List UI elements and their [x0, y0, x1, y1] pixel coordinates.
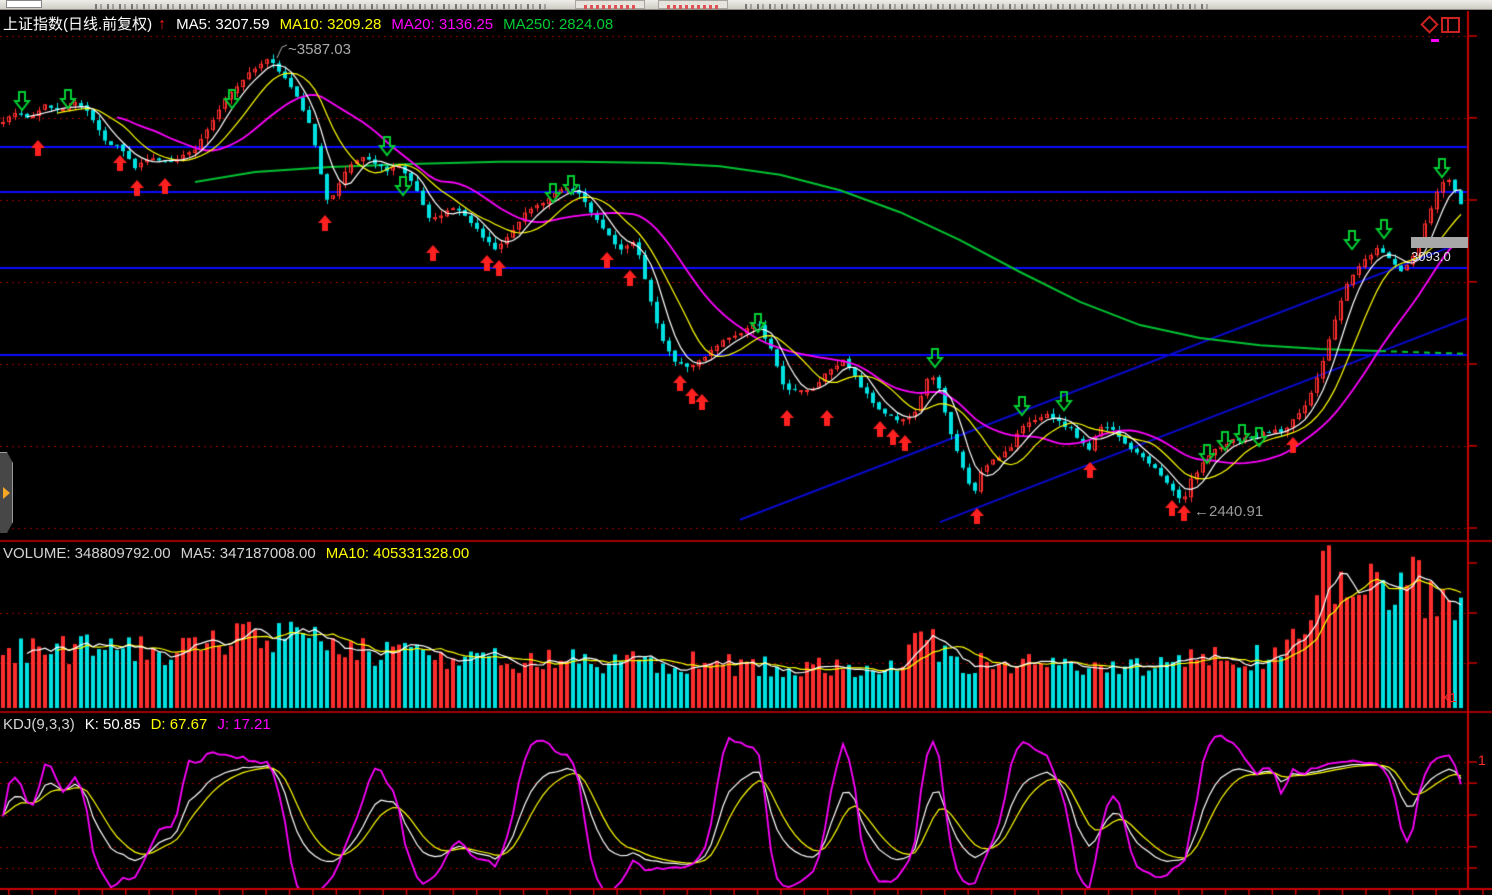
- ma250-value: MA250: 2824.08: [503, 16, 613, 33]
- price-tag-band: [1411, 237, 1468, 248]
- button-text-sliver: [584, 5, 636, 9]
- kdj-axis-label: 1: [1478, 752, 1486, 768]
- menu-text-sliver: [745, 4, 1210, 9]
- expand-arrow-icon: [3, 487, 10, 499]
- menu-bar[interactable]: [0, 0, 1492, 10]
- magenta-marker: [1431, 39, 1439, 42]
- toolbar-button-1[interactable]: [575, 0, 645, 9]
- main-chart-title: 上证指数(日线.前复权) ↑ MA5: 3207.59 MA10: 3209.28 MA…: [3, 13, 623, 34]
- volume-ma5-value: MA5: 347187008.00: [181, 545, 316, 562]
- menu-text-sliver: [95, 4, 550, 9]
- kdj-pane-title: KDJ(9,3,3) K: 50.85 D: 67.67 J: 17.21: [3, 716, 281, 733]
- ma5-value: MA5: 3207.59: [176, 16, 269, 33]
- trend-up-arrow-icon: ↑: [158, 16, 166, 33]
- kdj-params-label: KDJ(9,3,3): [3, 716, 75, 733]
- peak-price-annotation: ~3587.03: [288, 41, 351, 58]
- trough-price-annotation: ←2440.91: [1194, 503, 1263, 520]
- chart-canvas[interactable]: [0, 0, 1492, 895]
- split-window-icon[interactable]: [1441, 17, 1460, 33]
- ma20-value: MA20: 3136.25: [391, 16, 493, 33]
- toolbar-button-2[interactable]: [658, 0, 728, 9]
- kdj-d-value: D: 67.67: [151, 716, 208, 733]
- volume-ma10-value: MA10: 405331328.00: [326, 545, 469, 562]
- volume-value: VOLUME: 348809792.00: [3, 545, 171, 562]
- instrument-title: 上证指数(日线.前复权): [3, 16, 152, 33]
- volume-multiplier-label: X1: [1441, 690, 1457, 705]
- price-tag-value: 3093.0: [1411, 249, 1468, 264]
- volume-pane-title: VOLUME: 348809792.00 MA5: 347187008.00 MA1…: [3, 545, 479, 562]
- sidebar-expand-handle[interactable]: [0, 452, 13, 533]
- button-text-sliver: [667, 5, 719, 9]
- kdj-k-value: K: 50.85: [85, 716, 141, 733]
- stock-code-input[interactable]: [6, 0, 42, 8]
- ma10-value: MA10: 3209.28: [280, 16, 382, 33]
- latest-price-tag: 3093.0: [1411, 237, 1468, 264]
- kdj-j-value: J: 17.21: [217, 716, 270, 733]
